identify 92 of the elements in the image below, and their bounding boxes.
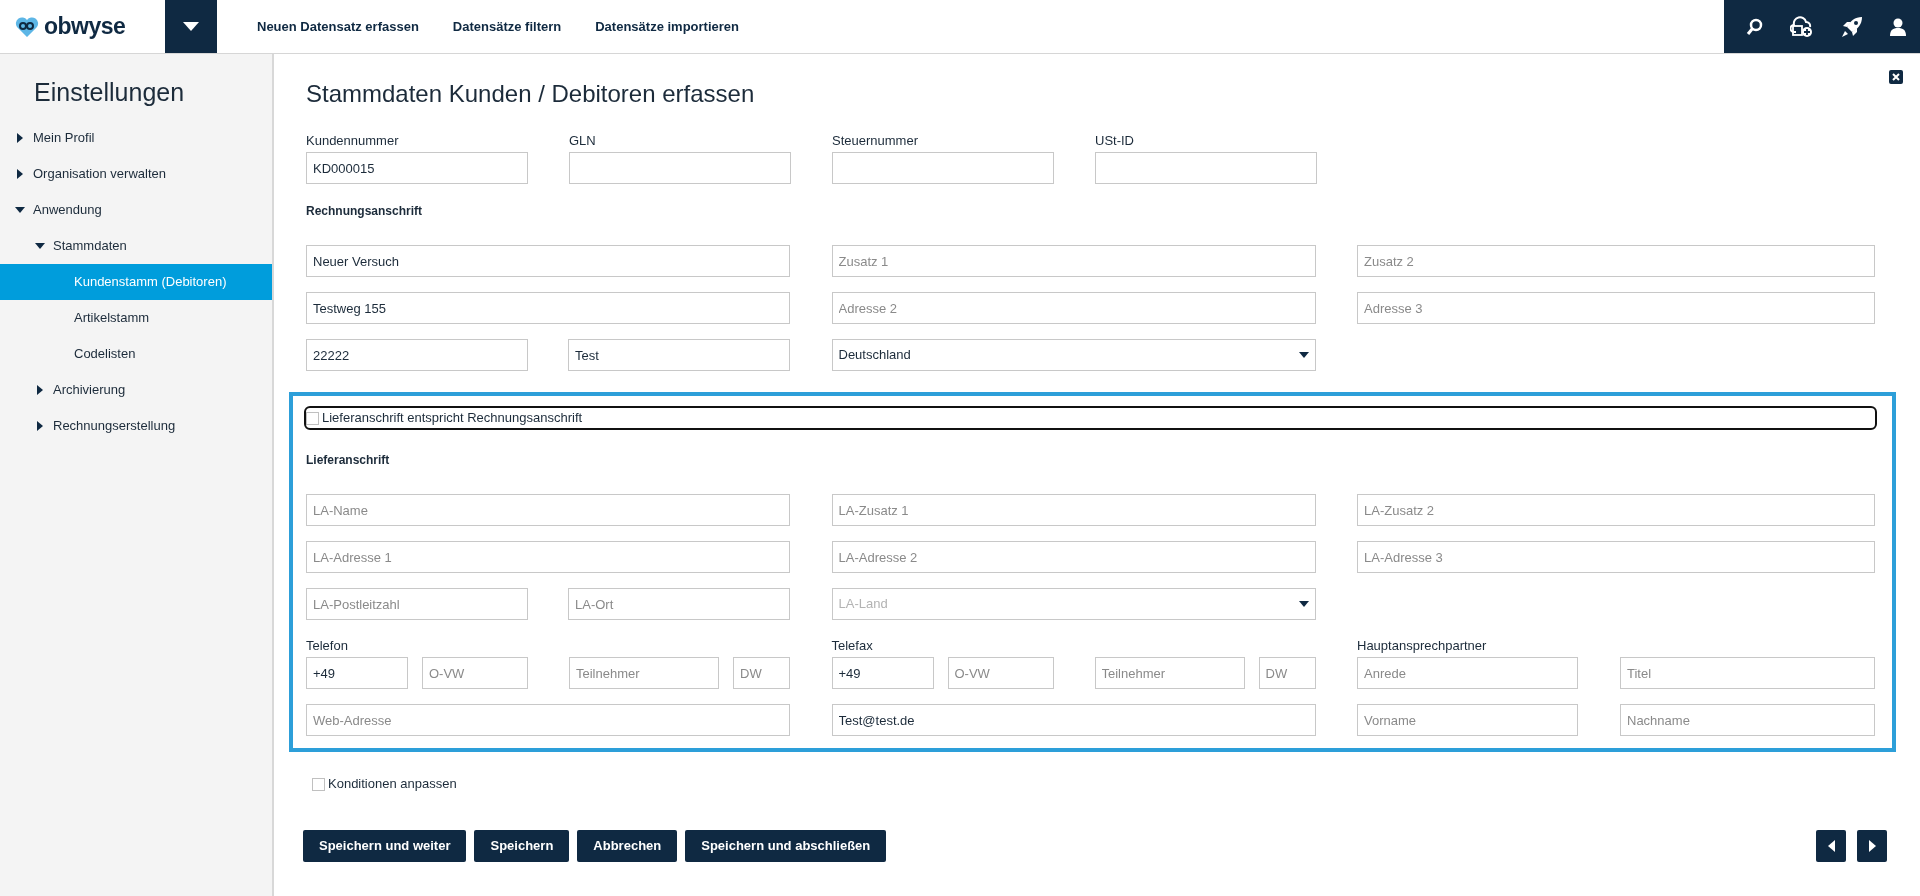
input-field[interactable]: Adresse 3	[1357, 292, 1875, 324]
input-field[interactable]: Test@test.de	[831, 704, 1316, 736]
input-field[interactable]: Vorname	[1357, 704, 1578, 736]
right-triangle-icon	[1868, 840, 1876, 852]
action-button[interactable]: Speichern	[474, 830, 570, 862]
action-button[interactable]: Speichern und weiter	[303, 830, 467, 862]
search-icon	[1746, 17, 1764, 36]
input-field[interactable]: Teilnehmer	[1094, 657, 1245, 689]
input-field[interactable]: LA-Adresse 2	[831, 541, 1316, 573]
input-field[interactable]: Zusatz 2	[1357, 245, 1875, 277]
checkbox[interactable]	[312, 777, 325, 791]
user-icon	[1890, 17, 1906, 36]
input-field[interactable]: O-VW	[947, 657, 1054, 689]
caret-icon	[15, 205, 25, 215]
input-field[interactable]: Zusatz 1	[831, 245, 1316, 277]
action-button[interactable]: Abbrechen	[577, 830, 678, 862]
input-field[interactable]: Nachname	[1620, 704, 1875, 736]
nav-link[interactable]: Neuen Datensatz erfassen	[257, 16, 419, 37]
caret-icon	[35, 385, 45, 395]
checkbox-label: Konditionen anpassen	[328, 775, 457, 794]
input-field[interactable]: Anrede	[1357, 657, 1578, 689]
rocket-icon	[1840, 14, 1864, 39]
input-field[interactable]	[832, 152, 1054, 184]
nav-link[interactable]: Datensätze importieren	[595, 16, 739, 37]
input-field[interactable]: Web-Adresse	[306, 704, 790, 736]
input-field[interactable]: Titel	[1620, 657, 1875, 689]
next-button[interactable]	[1857, 830, 1887, 862]
dropdown-caret-icon	[1298, 599, 1309, 609]
dropdown-caret-icon	[1298, 350, 1309, 360]
sidebar-item[interactable]: Mein Profil	[0, 120, 272, 156]
field-label: Kundennummer	[306, 132, 400, 150]
section-heading: Lieferanschrift	[306, 452, 391, 468]
logo-text: obwyse	[44, 12, 126, 42]
input-field[interactable]: LA-Adresse 1	[306, 541, 790, 573]
input-field[interactable]: LA-Adresse 3	[1357, 541, 1875, 573]
sidebar-item[interactable]: Anwendung	[0, 192, 272, 228]
logo-icon	[14, 15, 40, 38]
input-field[interactable]: DW	[1258, 657, 1316, 689]
caret-icon	[35, 241, 45, 251]
input-field[interactable]: +49	[831, 657, 934, 689]
field-label: GLN	[569, 132, 597, 150]
field-label: Telefax	[831, 637, 874, 655]
action-button[interactable]: Speichern und abschließen	[685, 830, 887, 862]
input-field[interactable]: LA-Zusatz 1	[831, 494, 1316, 526]
caret-icon	[35, 421, 45, 431]
sidebar-item[interactable]: Archivierung	[0, 372, 272, 408]
input-field[interactable]	[1095, 152, 1317, 184]
input-field[interactable]: 22222	[306, 339, 528, 371]
sidebar-item[interactable]: Codelisten	[0, 336, 272, 372]
previous-button[interactable]	[1816, 830, 1846, 862]
rocket-button[interactable]	[1840, 14, 1864, 39]
caret-icon	[183, 22, 199, 31]
caret-icon	[15, 169, 25, 179]
input-field[interactable]: KD000015	[306, 152, 528, 184]
field-label: Telefon	[306, 637, 349, 655]
field-label: Steuernummer	[832, 132, 919, 150]
search-button[interactable]	[1746, 17, 1764, 36]
sidebar-title: Einstellungen	[33, 77, 186, 108]
checkbox-label: Lieferanschrift entspricht Rechnungsanschrift	[322, 409, 583, 428]
input-field[interactable]: Test	[568, 339, 790, 371]
input-field[interactable]: DW	[733, 657, 790, 689]
input-field[interactable]: Adresse 2	[831, 292, 1316, 324]
user-button[interactable]	[1890, 17, 1906, 36]
close-icon	[1892, 73, 1900, 81]
input-field[interactable]: LA-Postleitzahl	[306, 588, 528, 620]
input-field[interactable]: Neuer Versuch	[306, 245, 790, 277]
input-field[interactable]: O-VW	[422, 657, 528, 689]
field-label: USt-ID	[1095, 132, 1135, 150]
input-field[interactable]: LA-Name	[306, 494, 790, 526]
checkbox[interactable]	[306, 411, 319, 425]
form-title: Stammdaten Kunden / Debitoren erfassen	[306, 79, 756, 109]
input-field[interactable]: +49	[306, 657, 408, 689]
input-field[interactable]: LA-Zusatz 2	[1357, 494, 1875, 526]
sidebar-item[interactable]: Organisation verwalten	[0, 156, 272, 192]
input-field[interactable]	[569, 152, 791, 184]
input-field[interactable]: Teilnehmer	[569, 657, 719, 689]
nav-link[interactable]: Datensätze filtern	[452, 16, 562, 37]
field-label: Hauptansprechpartner	[1357, 637, 1488, 655]
left-triangle-icon	[1827, 840, 1835, 852]
section-heading: Rechnungsanschrift	[306, 203, 423, 219]
country-select[interactable]: Deutschland	[831, 339, 1316, 371]
sidebar-item[interactable]: Artikelstamm	[0, 300, 272, 336]
cloud-plus-icon	[1790, 15, 1814, 38]
sidebar-item[interactable]: Rechnungserstellung	[0, 408, 272, 444]
menu-dropdown-button[interactable]	[165, 0, 217, 53]
caret-icon	[15, 133, 25, 143]
add-cloud-button[interactable]	[1790, 15, 1814, 38]
sidebar-item[interactable]: Stammdaten	[0, 228, 272, 264]
checkbox-field[interactable]: Lieferanschrift entspricht Rechnungsanschrift	[306, 408, 1875, 428]
input-field[interactable]: Testweg 155	[306, 292, 790, 324]
input-field[interactable]: LA-Ort	[568, 588, 790, 620]
close-button[interactable]	[1889, 70, 1903, 84]
